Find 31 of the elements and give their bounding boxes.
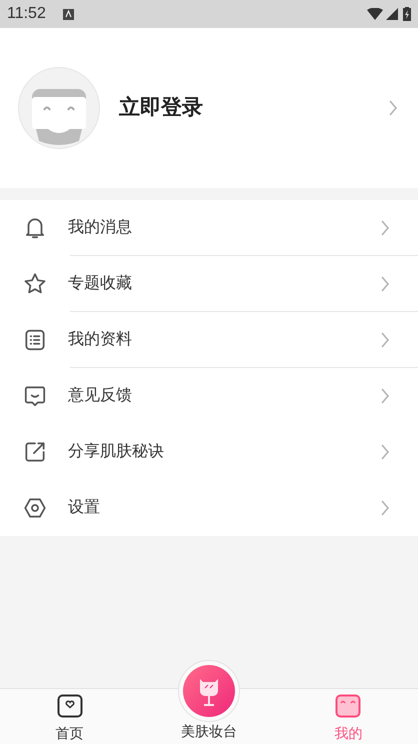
- menu-label: 意见反馈: [68, 386, 133, 406]
- menu-label: 我的资料: [68, 330, 133, 350]
- menu-label: 设置: [68, 498, 101, 518]
- tab[interactable]: 美肤妆台: [178, 662, 240, 744]
- login-label: 立即登录: [119, 94, 204, 122]
- smiley-box-icon: [335, 694, 362, 718]
- avatar-icon: [18, 67, 100, 149]
- chevron-icon: [380, 388, 390, 404]
- menu-item[interactable]: 意见反馈: [0, 368, 418, 424]
- profile-header[interactable]: 立即登录: [0, 28, 418, 188]
- menu-label: 专题收藏: [68, 274, 133, 294]
- menu-label: 我的消息: [68, 218, 133, 238]
- battery-icon: [403, 7, 411, 21]
- menu-item[interactable]: 我的资料: [0, 312, 418, 368]
- wifi-icon: [367, 8, 383, 20]
- chevron-icon: [380, 444, 390, 460]
- tab[interactable]: 首页: [50, 689, 90, 744]
- chevron-icon: [380, 220, 390, 236]
- chevron-icon: [380, 276, 390, 292]
- chevron-icon: [380, 500, 390, 516]
- menu-item[interactable]: 专题收藏: [0, 256, 418, 312]
- menu-item[interactable]: 设置: [0, 480, 418, 536]
- menu-item[interactable]: 我的消息: [0, 200, 418, 256]
- heart-box-icon: [56, 694, 83, 718]
- keyboard-icon: [62, 8, 74, 20]
- menu-label: 分享肌肤秘诀: [68, 442, 165, 462]
- menu-item[interactable]: 分享肌肤秘诀: [0, 424, 418, 480]
- chevron-icon: [388, 100, 398, 116]
- status-time: 11:52: [7, 4, 46, 24]
- chevron-icon: [380, 332, 390, 348]
- signal-icon: [386, 8, 398, 20]
